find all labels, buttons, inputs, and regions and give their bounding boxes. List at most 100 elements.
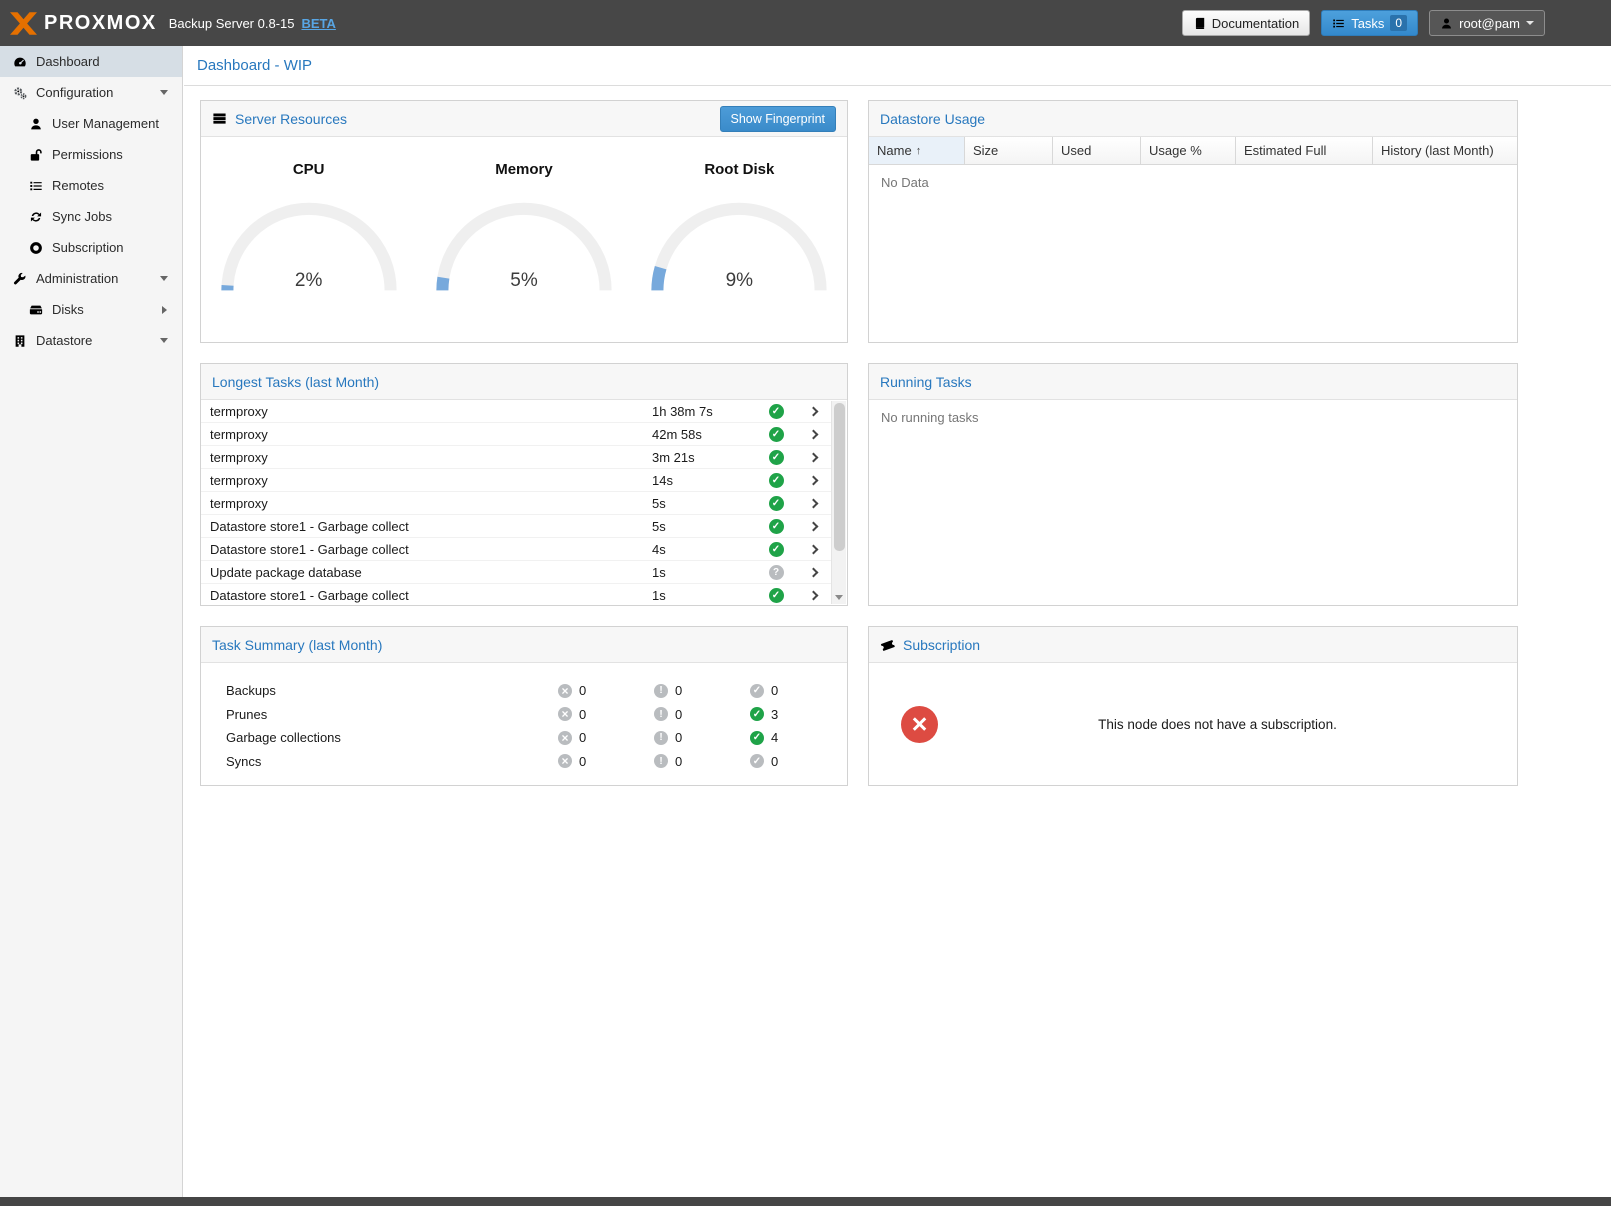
task-duration: 42m 58s — [652, 427, 757, 442]
panel-title: Longest Tasks (last Month) — [212, 374, 379, 390]
task-row[interactable]: Datastore store1 - Garbage collect 5s — [201, 515, 831, 538]
sidebar-item[interactable]: Administration — [0, 263, 182, 294]
sidebar-item-label: Permissions — [52, 147, 123, 162]
task-duration: 1s — [652, 565, 757, 580]
documentation-button[interactable]: Documentation — [1182, 10, 1310, 36]
task-summary-header: Task Summary (last Month) — [201, 627, 847, 663]
show-fingerprint-button[interactable]: Show Fingerprint — [720, 106, 837, 132]
task-row[interactable]: Update package database 1s — [201, 561, 831, 584]
gauge-label: CPU — [201, 161, 416, 178]
task-row[interactable]: Datastore store1 - Garbage collect 4s — [201, 538, 831, 561]
column-header[interactable]: History (last Month) — [1373, 137, 1517, 164]
column-header-label: Name — [877, 143, 912, 158]
documentation-label: Documentation — [1212, 16, 1299, 31]
sidebar-item[interactable]: User Management — [0, 108, 182, 139]
panel-title: Task Summary (last Month) — [212, 637, 382, 653]
sidebar-item[interactable]: Configuration — [0, 77, 182, 108]
longest-tasks-header: Longest Tasks (last Month) — [201, 364, 847, 400]
sidebar-item[interactable]: Remotes — [0, 170, 182, 201]
beta-link[interactable]: BETA — [301, 16, 335, 31]
sidebar-item[interactable]: Sync Jobs — [0, 201, 182, 232]
chevron-right-icon[interactable] — [808, 544, 818, 554]
subscription-body: This node does not have a subscription. — [869, 663, 1517, 786]
running-tasks-empty-text: No running tasks — [869, 400, 1517, 435]
task-type-label: Garbage collections — [226, 730, 558, 745]
chevron-right-icon[interactable] — [808, 521, 818, 531]
task-duration: 14s — [652, 473, 757, 488]
panel-title: Subscription — [903, 637, 980, 653]
error-circle-icon — [558, 707, 572, 721]
support-icon — [29, 241, 43, 255]
warning-circle-icon — [654, 707, 668, 721]
column-header-label: Used — [1061, 143, 1091, 158]
task-row[interactable]: termproxy 3m 21s — [201, 446, 831, 469]
chevron-right-icon[interactable] — [808, 475, 818, 485]
task-duration: 1h 38m 7s — [652, 404, 757, 419]
scroll-down-arrow-icon[interactable] — [835, 595, 843, 600]
scrollbar-thumb[interactable] — [834, 403, 845, 551]
task-type-label: Backups — [226, 683, 558, 698]
column-header[interactable]: Usage % — [1141, 137, 1236, 164]
chevron-right-icon[interactable] — [808, 429, 818, 439]
chevron-right-icon[interactable] — [808, 406, 818, 416]
collapse-caret-icon[interactable] — [160, 276, 168, 281]
sidebar-item-label: Dashboard — [36, 54, 100, 69]
scrollbar[interactable] — [831, 401, 846, 604]
gauge: Memory 5% — [416, 161, 631, 296]
chevron-right-icon[interactable] — [808, 452, 818, 462]
ok-count: 4 — [771, 730, 778, 745]
collapse-caret-icon[interactable] — [160, 338, 168, 343]
tasks-button[interactable]: Tasks 0 — [1321, 10, 1418, 36]
ok-circle-icon — [750, 684, 764, 698]
server-resources-header: Server Resources Show Fingerprint — [201, 101, 847, 137]
chevron-right-icon[interactable] — [808, 590, 818, 600]
ok-count: 0 — [771, 754, 778, 769]
gauge-label: Root Disk — [632, 161, 847, 178]
window-bottom-edge — [0, 1197, 1611, 1206]
expand-caret-icon[interactable] — [162, 306, 167, 314]
task-row[interactable]: termproxy 5s — [201, 492, 831, 515]
column-header[interactable]: Size — [965, 137, 1053, 164]
sidebar-item[interactable]: Dashboard — [0, 46, 182, 77]
column-header[interactable]: Name ↑ — [869, 137, 965, 164]
ok-count: 0 — [771, 683, 778, 698]
column-header[interactable]: Estimated Full — [1236, 137, 1373, 164]
gauges: CPU 2% Memory — [201, 137, 847, 296]
chevron-right-icon[interactable] — [808, 498, 818, 508]
longest-tasks-panel: Longest Tasks (last Month) termproxy 1h … — [200, 363, 848, 606]
warning-circle-icon — [654, 684, 668, 698]
sidebar-item-label: Disks — [52, 302, 84, 317]
user-menu-button[interactable]: root@pam — [1429, 10, 1545, 36]
collapse-caret-icon[interactable] — [160, 90, 168, 95]
product-version: Backup Server 0.8-15 — [169, 16, 295, 31]
task-summary-row: Backups 0 0 0 — [226, 679, 847, 703]
tasks-count-badge: 0 — [1390, 15, 1407, 31]
warning-count: 0 — [675, 707, 682, 722]
warning-circle-icon — [654, 731, 668, 745]
proxmox-x-icon — [10, 12, 37, 35]
sidebar-item-label: Administration — [36, 271, 118, 286]
sidebar-item-label: Configuration — [36, 85, 113, 100]
column-header[interactable]: Used — [1053, 137, 1141, 164]
sidebar-item-label: User Management — [52, 116, 159, 131]
sidebar-item[interactable]: Subscription — [0, 232, 182, 263]
running-tasks-header: Running Tasks — [869, 364, 1517, 400]
error-circle-icon — [558, 731, 572, 745]
ok-status-icon — [769, 542, 784, 557]
sidebar: Dashboard Configuration User Management … — [0, 46, 183, 1197]
task-row[interactable]: termproxy 14s — [201, 469, 831, 492]
user-label: root@pam — [1459, 16, 1520, 31]
chevron-right-icon[interactable] — [808, 567, 818, 577]
task-row[interactable]: termproxy 42m 58s — [201, 423, 831, 446]
subscription-header: Subscription — [869, 627, 1517, 663]
task-name: termproxy — [210, 473, 652, 488]
error-circle-icon — [558, 684, 572, 698]
task-row[interactable]: Datastore store1 - Garbage collect 1s — [201, 584, 831, 606]
sidebar-item[interactable]: Datastore — [0, 325, 182, 356]
sidebar-item[interactable]: Permissions — [0, 139, 182, 170]
column-header-label: Size — [973, 143, 998, 158]
sidebar-item[interactable]: Disks — [0, 294, 182, 325]
wrench-icon — [13, 272, 27, 286]
gauge-label: Memory — [416, 161, 631, 178]
task-row[interactable]: termproxy 1h 38m 7s — [201, 400, 831, 423]
